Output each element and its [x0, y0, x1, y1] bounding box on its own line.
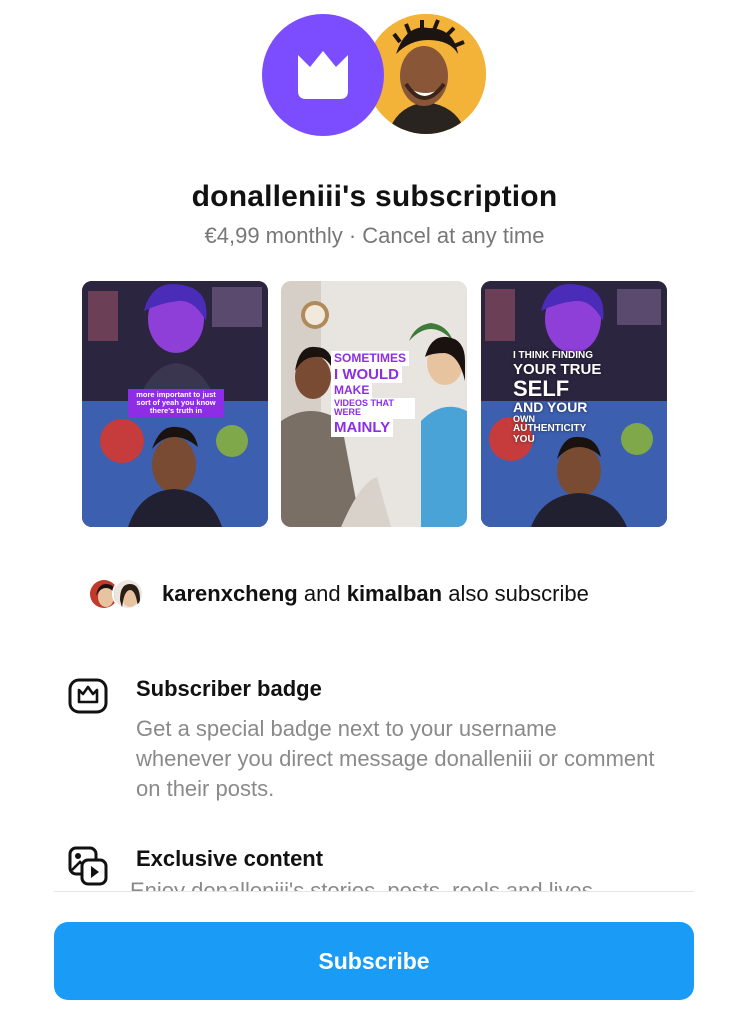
caption-line: AND YOUR	[513, 399, 588, 416]
caption-line: YOUR TRUE	[513, 360, 602, 378]
preview-thumbnail-3[interactable]: I THINK FINDING YOUR TRUE SELF AND YOUR …	[481, 281, 667, 527]
mutual-suffix: also subscribe	[448, 581, 589, 606]
feature-title: Subscriber badge	[136, 676, 322, 701]
mutual-connector: and	[303, 581, 341, 606]
subscription-badge-icon	[262, 14, 384, 136]
caption-line: MAINLY	[331, 418, 394, 437]
page-title: donalleniii's subscription	[191, 180, 558, 213]
mutual-subscribers-text: karenxcheng and kimalban also subscribe	[162, 581, 589, 607]
preview-caption: more important to just sort of yeah you …	[128, 389, 224, 417]
caption-line: MAKE	[331, 383, 373, 398]
header-avatars	[262, 14, 486, 138]
mutual-subscribers: karenxcheng and kimalban also subscribe	[88, 574, 589, 614]
caption-line: I THINK FINDING	[513, 350, 593, 361]
mutual-avatar[interactable]	[112, 578, 144, 610]
preview-caption: SOMETIMES I WOULD MAKE VIDEOS THAT WERE …	[331, 351, 415, 437]
feature-description: Enjoy donalleniii's stories, posts, reel…	[130, 880, 690, 891]
feature-description: Get a special badge next to your usernam…	[136, 716, 655, 801]
content-previews: more important to just sort of yeah you …	[82, 281, 667, 527]
caption-line: SOMETIMES	[331, 351, 410, 366]
feature-title: Exclusive content	[136, 846, 324, 871]
creator-avatar[interactable]	[366, 14, 486, 134]
exclusive-content-icon	[68, 846, 108, 886]
subscribe-button[interactable]: Subscribe	[54, 922, 694, 1000]
preview-caption: I THINK FINDING YOUR TRUE SELF AND YOUR …	[513, 350, 643, 445]
preview-thumbnail-1[interactable]: more important to just sort of yeah you …	[82, 281, 268, 527]
caption-line: VIDEOS THAT WERE	[331, 397, 415, 419]
caption-line: YOU	[513, 433, 535, 445]
divider	[54, 891, 694, 892]
preview-thumbnail-2[interactable]: SOMETIMES I WOULD MAKE VIDEOS THAT WERE …	[281, 281, 467, 527]
price-subtitle: €4,99 monthly · Cancel at any time	[204, 223, 545, 248]
mutual-username[interactable]: kimalban	[347, 581, 442, 606]
caption-line: I WOULD	[331, 365, 402, 384]
crown-badge-icon	[68, 676, 108, 716]
caption-line: SELF	[513, 376, 570, 402]
mutual-username[interactable]: karenxcheng	[162, 581, 298, 606]
